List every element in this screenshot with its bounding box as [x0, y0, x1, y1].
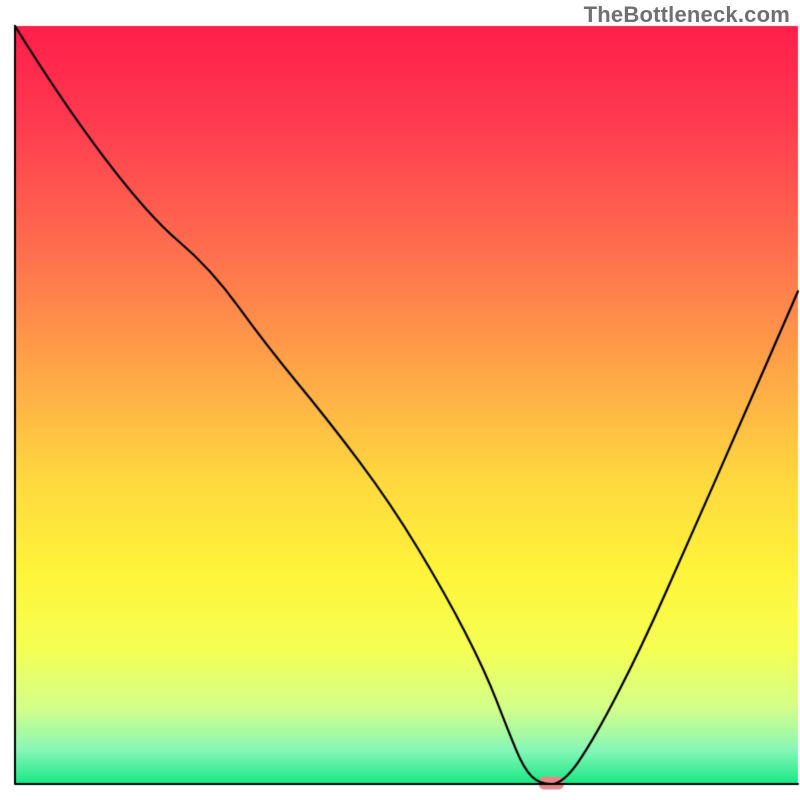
chart-stage: TheBottleneck.com: [0, 0, 800, 800]
bottleneck-chart-canvas: [0, 0, 800, 800]
watermark-text: TheBottleneck.com: [584, 2, 790, 28]
